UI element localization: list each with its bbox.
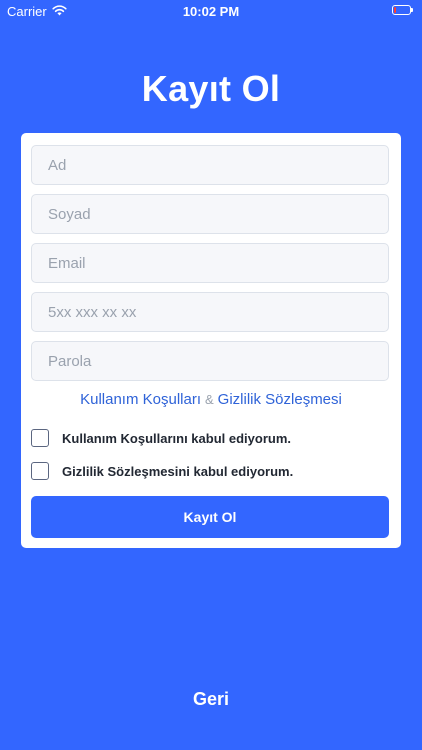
last-name-input[interactable] <box>31 194 389 234</box>
status-time: 10:02 PM <box>182 4 240 19</box>
accept-terms-checkbox[interactable] <box>31 429 49 447</box>
phone-input[interactable] <box>31 292 389 332</box>
battery-level <box>394 7 397 13</box>
battery-tip <box>411 8 413 12</box>
accept-terms-row[interactable]: Kullanım Koşullarını kabul ediyorum. <box>31 429 291 447</box>
first-name-input[interactable] <box>31 145 389 185</box>
accept-privacy-label: Gizlilik Sözleşmesini kabul ediyorum. <box>62 463 294 479</box>
privacy-agreement-link[interactable]: Gizlilik Sözleşmesi <box>218 391 342 408</box>
password-input[interactable] <box>31 341 389 381</box>
accept-privacy-row[interactable]: Gizlilik Sözleşmesini kabul ediyorum. <box>31 462 293 480</box>
terms-of-use-link[interactable]: Kullanım Koşulları <box>80 391 201 408</box>
links-separator: & <box>205 392 214 407</box>
register-button[interactable]: Kayıt Ol <box>31 496 389 538</box>
accept-privacy-checkbox[interactable] <box>31 462 49 480</box>
register-form-card: Kullanım Koşulları&Gizlilik Sözleşmesi K… <box>21 133 401 548</box>
status-bar: Carrier 10:02 PM <box>0 0 422 22</box>
email-input[interactable] <box>31 243 389 283</box>
accept-terms-label: Kullanım Koşullarını kabul ediyorum. <box>62 430 291 446</box>
terms-links: Kullanım Koşulları & Gizlilik Sözleşmesi <box>21 391 401 408</box>
back-button[interactable]: Geri <box>0 689 422 710</box>
page-title: Kayıt Ol <box>141 68 281 109</box>
battery-icon <box>392 5 414 16</box>
